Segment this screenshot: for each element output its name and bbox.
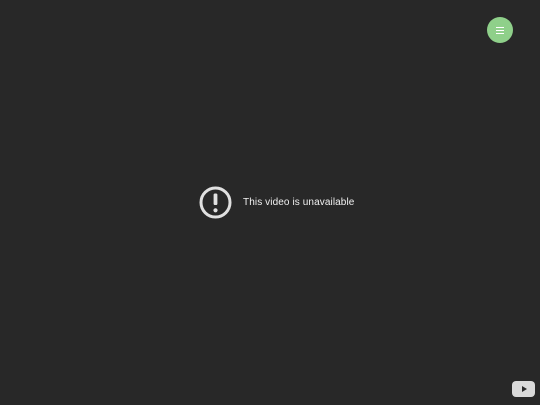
menu-button[interactable] <box>487 17 513 43</box>
video-player: This video is unavailable <box>0 0 540 405</box>
menu-icon <box>496 26 504 34</box>
error-message-text: This video is unavailable <box>243 196 355 208</box>
youtube-logo-button[interactable] <box>512 381 535 397</box>
error-message-container: This video is unavailable <box>198 185 354 220</box>
alert-circle-icon <box>199 186 232 219</box>
youtube-play-icon <box>521 386 527 392</box>
